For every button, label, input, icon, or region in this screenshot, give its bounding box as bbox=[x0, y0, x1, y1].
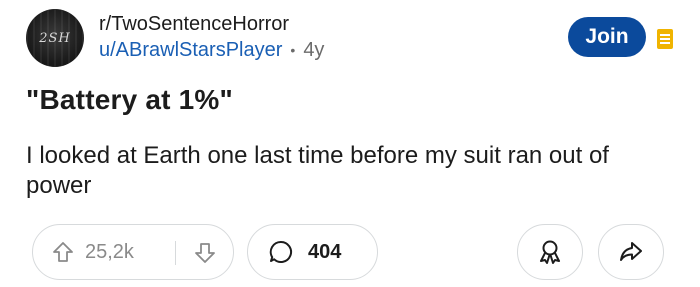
vote-count: 25,2k bbox=[85, 240, 134, 263]
separator-dot: • bbox=[290, 42, 296, 58]
comments-button[interactable]: 404 bbox=[247, 224, 378, 280]
award-icon bbox=[540, 240, 560, 264]
comment-bubble-icon bbox=[269, 240, 293, 263]
post-title[interactable]: "Battery at 1%" bbox=[26, 84, 233, 116]
share-button[interactable] bbox=[598, 224, 664, 280]
filter-lines-icon[interactable] bbox=[656, 27, 674, 51]
vote-divider bbox=[175, 241, 176, 265]
join-button[interactable]: Join bbox=[568, 17, 646, 57]
downvote-icon[interactable] bbox=[193, 241, 217, 265]
vote-control: 25,2k bbox=[32, 224, 234, 280]
post-header: 2SH r/TwoSentenceHorror u/ABrawlStarsPla… bbox=[26, 9, 686, 69]
subreddit-avatar[interactable]: 2SH bbox=[26, 9, 84, 67]
post-body: I looked at Earth one last time before m… bbox=[26, 142, 609, 199]
post-age: 4y bbox=[303, 39, 325, 61]
upvote-icon[interactable] bbox=[51, 240, 75, 264]
subreddit-link[interactable]: r/TwoSentenceHorror bbox=[99, 11, 324, 37]
comment-count: 404 bbox=[308, 240, 342, 263]
user-line: u/ABrawlStarsPlayer • 4y bbox=[99, 37, 324, 63]
share-icon bbox=[620, 242, 642, 261]
award-button[interactable] bbox=[517, 224, 583, 280]
username-link[interactable]: u/ABrawlStarsPlayer bbox=[99, 37, 282, 63]
avatar-text: 2SH bbox=[39, 30, 71, 46]
post-meta: r/TwoSentenceHorror u/ABrawlStarsPlayer … bbox=[99, 11, 324, 63]
